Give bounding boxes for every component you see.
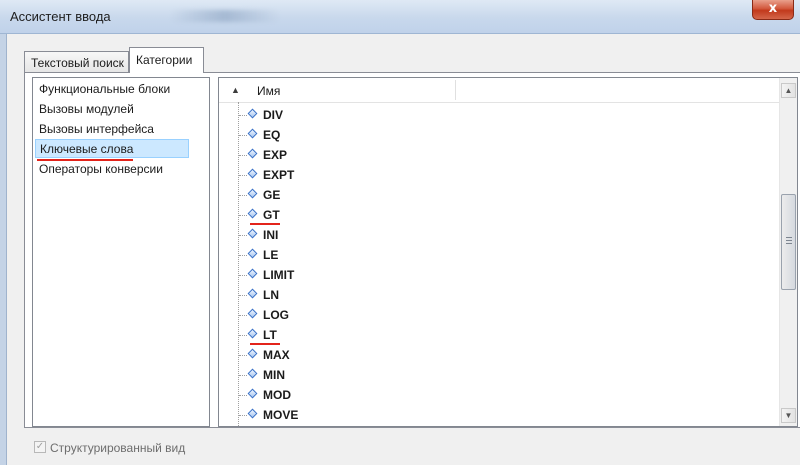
tree-item[interactable]: LN	[219, 285, 759, 305]
tree-item-label: MOD	[263, 388, 291, 402]
tree-item[interactable]: LIMIT	[219, 265, 759, 285]
tab-categories[interactable]: Категории	[129, 47, 204, 73]
tree-item[interactable]: LT	[219, 325, 759, 345]
title-bar: Ассистент ввода x	[0, 0, 800, 34]
diamond-icon	[247, 208, 258, 219]
structured-view-checkbox[interactable]: ✓	[34, 441, 46, 453]
tree-branch-line	[239, 335, 247, 336]
column-separator[interactable]	[455, 80, 456, 100]
tree-item-label: LOG	[263, 308, 289, 322]
diamond-icon	[247, 268, 258, 279]
tree-item[interactable]: EQ	[219, 125, 759, 145]
tree-item[interactable]: GT	[219, 205, 759, 225]
grip-icon	[786, 237, 792, 245]
diamond-icon	[247, 188, 258, 199]
tree-item-label: GT	[263, 208, 280, 222]
tree-item-label: MIN	[263, 368, 285, 382]
diamond-icon	[247, 108, 258, 119]
diamond-icon	[247, 348, 258, 359]
diamond-icon	[247, 128, 258, 139]
scrollbar-thumb[interactable]	[781, 194, 796, 290]
diamond-icon	[247, 248, 258, 259]
category-item-conversion-operators[interactable]: Операторы конверсии	[39, 162, 163, 176]
tree-item[interactable]: MAX	[219, 345, 759, 365]
scroll-down-button[interactable]: ▼	[781, 408, 796, 423]
diamond-icon	[247, 368, 258, 379]
tree-item-label: LE	[263, 248, 279, 262]
scroll-up-button[interactable]: ▲	[781, 83, 796, 98]
tree-item[interactable]: LOG	[219, 305, 759, 325]
sort-ascending-icon: ▲	[231, 85, 240, 95]
tree-branch-line	[239, 375, 247, 376]
blurred-title-region	[170, 10, 280, 22]
diamond-icon	[247, 308, 258, 319]
diamond-icon	[247, 288, 258, 299]
tree-branch-line	[239, 275, 247, 276]
tree-item[interactable]: DIV	[219, 105, 759, 125]
diamond-icon	[247, 228, 258, 239]
diamond-icon	[247, 408, 258, 419]
tree-item[interactable]: EXP	[219, 145, 759, 165]
tree-item[interactable]: MOD	[219, 385, 759, 405]
tree-item[interactable]: GE	[219, 185, 759, 205]
window-title: Ассистент ввода	[10, 9, 111, 24]
tree-branch-line	[239, 395, 247, 396]
column-header-name[interactable]: ▲ Имя	[219, 78, 779, 103]
tree-branch-line	[239, 215, 247, 216]
tree-item-label: EXPT	[263, 168, 295, 182]
category-item-keywords[interactable]: Ключевые слова	[35, 139, 189, 158]
category-item-function-blocks[interactable]: Функциональные блоки	[39, 82, 170, 96]
tree-branch-line	[239, 155, 247, 156]
tree-item[interactable]: MIN	[219, 365, 759, 385]
category-item-module-calls[interactable]: Вызовы модулей	[39, 102, 134, 116]
tree-item-label: MAX	[263, 348, 290, 362]
tree-branch-line	[239, 195, 247, 196]
tree-branch-line	[239, 235, 247, 236]
tree-branch-line	[239, 135, 247, 136]
diamond-icon	[247, 388, 258, 399]
red-annotation-underline	[37, 159, 133, 161]
vertical-scrollbar[interactable]: ▲ ▼	[779, 78, 797, 426]
tree-item-label: LT	[263, 328, 277, 342]
category-item-interface-calls[interactable]: Вызовы интерфейса	[39, 122, 154, 136]
category-list[interactable]: Функциональные блоки Вызовы модулей Вызо…	[32, 77, 210, 427]
tree-branch-line	[239, 415, 247, 416]
tree-item-label: INI	[263, 228, 279, 242]
diamond-icon	[247, 328, 258, 339]
tree-item[interactable]: INI	[219, 225, 759, 245]
structured-view-label: Структурированный вид	[50, 441, 186, 455]
tree-item-label: GE	[263, 188, 281, 202]
tree-branch-line	[239, 355, 247, 356]
tree-item[interactable]: MOVE	[219, 405, 759, 425]
tree-item-label: DIV	[263, 108, 284, 122]
diamond-icon	[247, 168, 258, 179]
tree-item-label: LN	[263, 288, 279, 302]
tree-branch-line	[239, 115, 247, 116]
tree-item-label: EXP	[263, 148, 288, 162]
diamond-icon	[247, 148, 258, 159]
tree-branch-line	[239, 175, 247, 176]
tree-branch-line	[239, 295, 247, 296]
tree-item[interactable]: EXPT	[219, 165, 759, 185]
tree-item-label: EQ	[263, 128, 281, 142]
tree-item-label: LIMIT	[263, 268, 295, 282]
window-left-border-line	[6, 34, 7, 465]
tab-text-search[interactable]: Текстовый поиск	[24, 51, 129, 72]
column-header-label: Имя	[257, 84, 281, 98]
close-button[interactable]: x	[752, 0, 794, 20]
tree-item-label: MOVE	[263, 408, 299, 422]
keyword-tree-view[interactable]: ▲ Имя DIV EQ EXP EXPT GE GT INI LE LIMIT LN LOG LT M…	[218, 77, 798, 427]
tree-branch-line	[239, 315, 247, 316]
tree-item[interactable]: LE	[219, 245, 759, 265]
tree-branch-line	[239, 255, 247, 256]
